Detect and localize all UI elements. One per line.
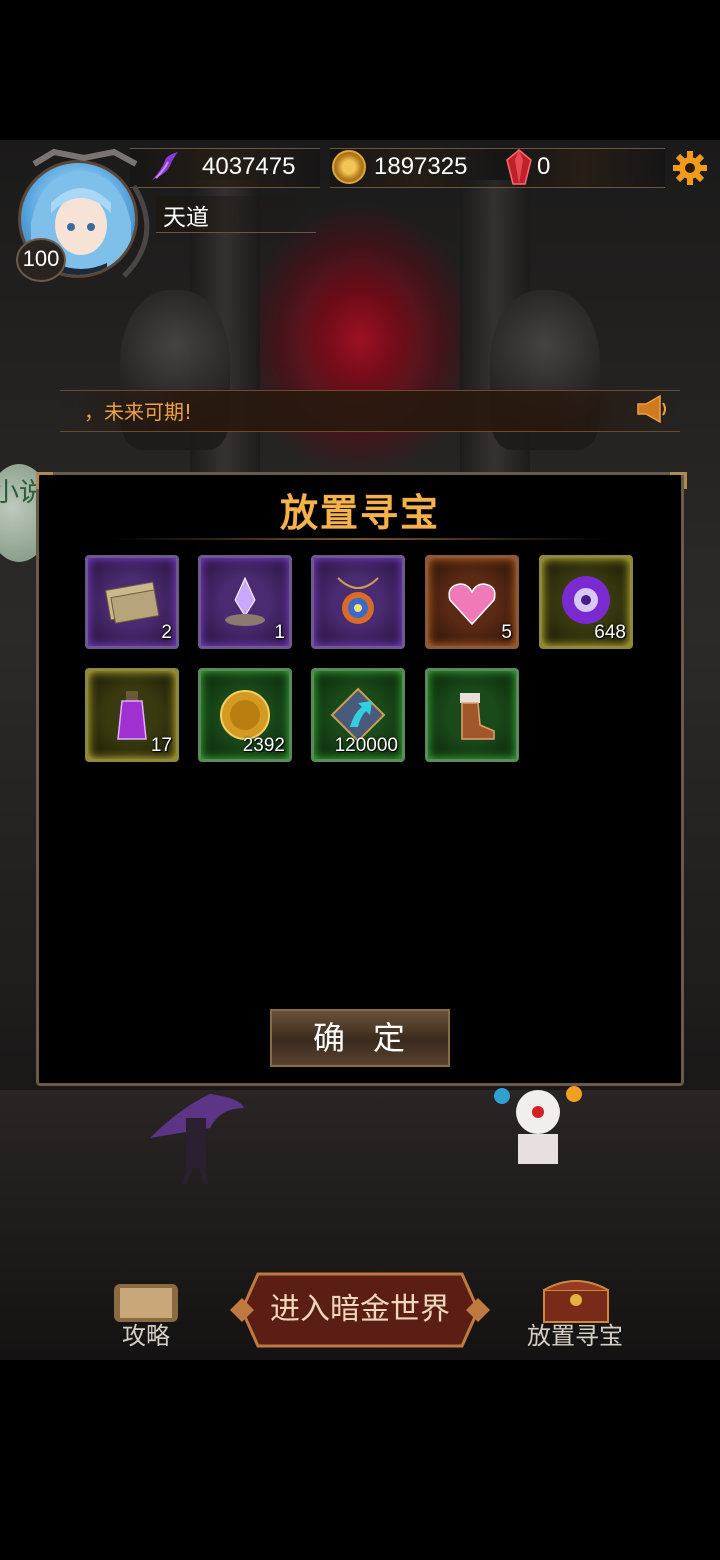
item-slot-potion[interactable]: 17 [85,668,179,762]
guide-button[interactable]: 攻略 [96,1316,196,1351]
idle-treasure-button[interactable]: 放置寻宝 [515,1316,635,1351]
white-mascot-character [494,1086,582,1164]
title-divider [110,538,610,540]
item-slot-gold-coin[interactable]: 2392 [198,668,292,762]
item-quantity: 120000 [334,735,398,756]
red-gem-icon [506,149,532,185]
crystal-icon [225,576,265,626]
item-slot-amulet[interactable] [311,555,405,649]
gem-value: 0 [537,153,551,180]
amulet-icon [337,577,379,624]
dark-warrior-character [150,1094,244,1184]
item-quantity: 5 [501,622,512,643]
item-quantity: 2392 [242,735,285,756]
ticket-icon [105,581,160,624]
item-quantity: 648 [594,622,626,643]
item-slot-ticket[interactable]: 2 [85,555,179,649]
gold-coin-icon [332,150,366,184]
confirm-button[interactable]: 确定 [270,1009,450,1067]
heart-gem-icon [448,583,496,626]
item-slot-upgrade[interactable]: 120000 [311,668,405,762]
username: 天道 [163,205,209,231]
gear-icon[interactable] [672,150,708,186]
modal-title: 放置寻宝 [279,491,440,535]
enter-world-button[interactable]: 进入暗金世界 [228,1268,492,1352]
item-quantity: 2 [161,622,172,643]
item-quantity: 17 [150,735,172,756]
speaker-icon[interactable] [634,392,670,426]
item-slot-crystal-altar[interactable]: 1 [198,555,292,649]
item-quantity: 1 [274,622,285,643]
announcement-text: ，未来可期! [84,400,193,424]
gold-value: 1897325 [374,153,468,180]
level-badge: 100 [16,238,66,282]
item-slot-orb[interactable]: 648 [539,555,633,649]
boot-icon [460,693,495,740]
item-slot-boot[interactable] [425,668,519,762]
wing-value: 4037475 [202,153,296,180]
item-slot-heart-gem[interactable]: 5 [425,555,519,649]
